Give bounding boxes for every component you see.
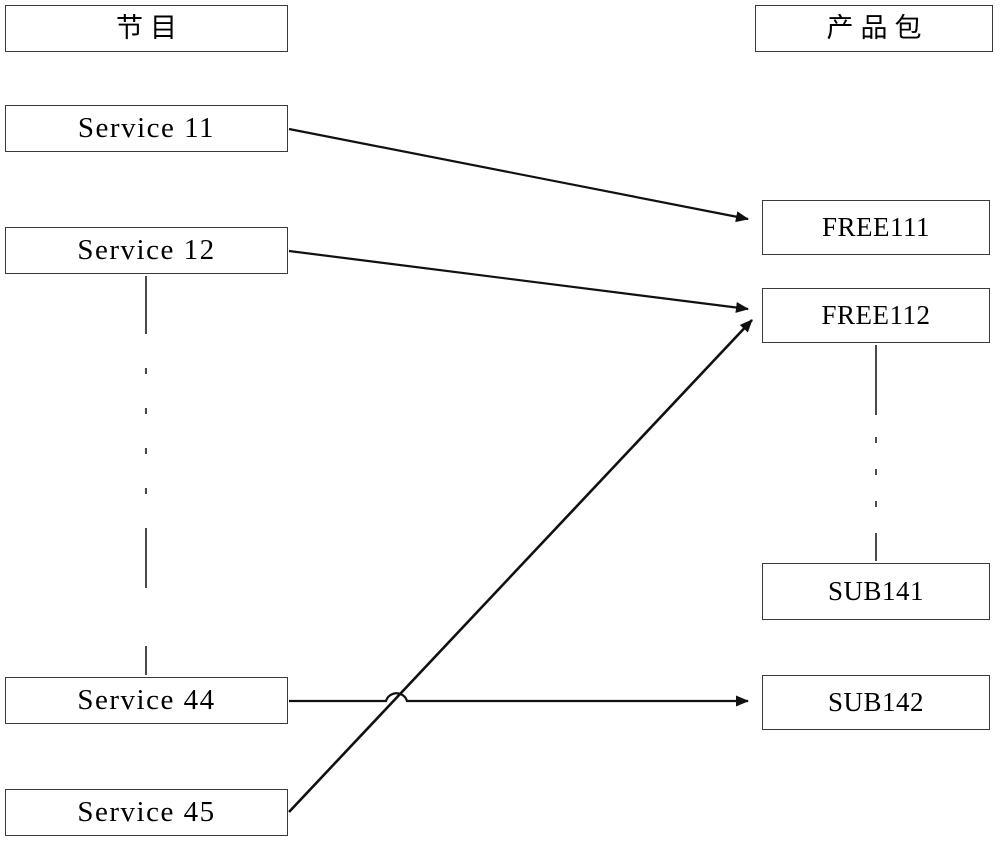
node-free112-label: FREE112 bbox=[821, 300, 931, 330]
node-service-44[interactable]: Service 44 bbox=[5, 677, 288, 724]
header-left-label: 节目 bbox=[116, 13, 184, 44]
edge-service11-free111 bbox=[288, 127, 749, 223]
node-free112[interactable]: FREE112 bbox=[762, 288, 990, 343]
node-sub142-label: SUB142 bbox=[827, 687, 925, 717]
node-free111[interactable]: FREE111 bbox=[762, 200, 990, 255]
node-free111-label: FREE111 bbox=[821, 212, 930, 242]
edge-service12-free112 bbox=[288, 249, 749, 313]
node-service-45-label: Service 45 bbox=[77, 796, 216, 828]
edge-service45-free112 bbox=[288, 319, 753, 813]
header-right-label: 产品包 bbox=[826, 13, 929, 44]
node-service-11-label: Service 11 bbox=[77, 112, 216, 144]
diagram-canvas: 节目 产品包 Service 11 Service 12 Service 44 … bbox=[0, 0, 1000, 842]
node-sub142[interactable]: SUB142 bbox=[762, 675, 990, 730]
node-service-45[interactable]: Service 45 bbox=[5, 789, 288, 836]
node-service-11[interactable]: Service 11 bbox=[5, 105, 288, 152]
header-left-programs: 节目 bbox=[5, 5, 288, 52]
node-service-12-label: Service 12 bbox=[77, 234, 216, 266]
node-sub141[interactable]: SUB141 bbox=[762, 563, 990, 620]
header-right-packages: 产品包 bbox=[755, 5, 993, 52]
node-service-12[interactable]: Service 12 bbox=[5, 227, 288, 274]
edge-service44-sub142 bbox=[289, 692, 749, 707]
node-service-44-label: Service 44 bbox=[77, 684, 216, 716]
node-sub141-label: SUB141 bbox=[827, 576, 925, 606]
